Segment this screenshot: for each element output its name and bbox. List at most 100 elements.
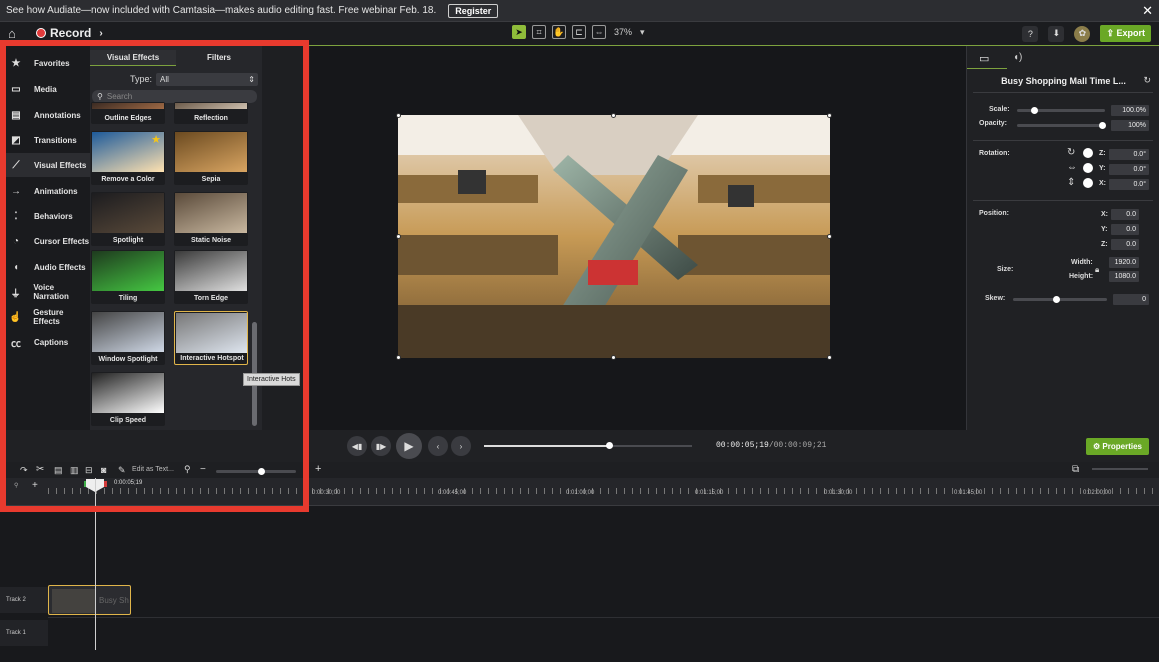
snapshot-icon[interactable]: ◙: [101, 465, 106, 475]
step-back-icon[interactable]: ◀▮: [347, 436, 367, 456]
timeline-settings-icon[interactable]: ⚲: [14, 482, 18, 489]
timeline-zoom-knob[interactable]: [258, 468, 265, 475]
sidebar-item-visual-effects[interactable]: ⟋ Visual Effects: [0, 153, 90, 177]
pan-tool-icon[interactable]: ✋: [552, 25, 566, 39]
rotation-z-field[interactable]: 0.0°: [1109, 149, 1149, 160]
fit-tool-icon[interactable]: ⇔: [592, 25, 606, 39]
avatar[interactable]: ✿: [1074, 25, 1091, 42]
timeline-ruler[interactable]: ⚲ + 0:00:30;00 0:00:45;00 0:01:00;00 0:01:1…: [0, 478, 1159, 506]
effect-tile-window-spotlight[interactable]: Window Spotlight: [91, 311, 165, 365]
sidebar-item-behaviors[interactable]: ⁚ Behaviors: [0, 204, 90, 228]
previous-icon[interactable]: ‹: [428, 436, 448, 456]
opacity-knob[interactable]: [1099, 122, 1106, 129]
play-icon[interactable]: ▶: [396, 433, 422, 459]
detach-icon[interactable]: ⧉: [1072, 464, 1079, 475]
properties-button[interactable]: ⚙ Properties: [1086, 438, 1149, 455]
redo-icon[interactable]: ↷: [20, 465, 28, 476]
rotation-y-dial[interactable]: [1083, 163, 1093, 173]
zoom-search-icon[interactable]: ⚲: [184, 464, 191, 475]
effect-tile-remove-a-color[interactable]: ★ Remove a Color: [91, 131, 165, 185]
sidebar-item-voice-narration[interactable]: ⏚ Voice Narration: [0, 280, 90, 304]
resize-handle[interactable]: [611, 355, 616, 360]
resize-handle[interactable]: [396, 234, 401, 239]
cut-icon[interactable]: ✂: [36, 464, 44, 475]
sidebar-item-media[interactable]: ▭ Media: [0, 77, 90, 101]
export-button[interactable]: ⇪ Export: [1100, 25, 1151, 42]
skew-field[interactable]: 0: [1113, 294, 1149, 305]
scrubber-knob[interactable]: [605, 442, 613, 449]
crop-tool-icon[interactable]: ⊏: [572, 25, 586, 39]
resize-handle[interactable]: [827, 355, 832, 360]
opacity-slider[interactable]: [1017, 124, 1105, 127]
help-icon[interactable]: ?: [1022, 25, 1039, 42]
zoom-level[interactable]: 37%: [614, 27, 632, 37]
record-button[interactable]: Record ›: [36, 26, 103, 40]
sidebar-item-gesture-effects[interactable]: ☝ Gesture Effects: [0, 305, 90, 329]
add-track-icon[interactable]: +: [32, 480, 38, 491]
opacity-field[interactable]: 100%: [1111, 120, 1149, 131]
rotation-x-field[interactable]: 0.0°: [1109, 179, 1149, 190]
edit-as-text-label[interactable]: Edit as Text...: [132, 466, 174, 473]
media-clip[interactable]: Busy Sh: [48, 585, 131, 615]
resize-handle[interactable]: [611, 113, 616, 118]
sidebar-item-cursor-effects[interactable]: ◔ Cursor Effects: [0, 229, 90, 253]
next-icon[interactable]: ›: [451, 436, 471, 456]
skew-knob[interactable]: [1053, 296, 1060, 303]
reset-icon[interactable]: ↻: [1143, 75, 1151, 86]
rotation-z-dial[interactable]: [1083, 148, 1093, 158]
paste-icon[interactable]: ▥: [70, 465, 79, 476]
transform-tool-icon[interactable]: ⌗: [532, 25, 546, 39]
step-forward-icon[interactable]: ▮▶: [371, 436, 391, 456]
lock-icon[interactable]: 🔒︎: [1095, 265, 1099, 275]
split-icon[interactable]: ⊟: [85, 465, 93, 476]
edit-text-icon[interactable]: ✎: [118, 465, 126, 476]
position-y-field[interactable]: 0.0: [1111, 224, 1139, 235]
scale-knob[interactable]: [1031, 107, 1038, 114]
resize-handle[interactable]: [396, 113, 401, 118]
scale-field[interactable]: 100.0%: [1111, 105, 1149, 116]
sidebar-item-captions[interactable]: ㏄ Captions: [0, 330, 90, 354]
sidebar-item-favorites[interactable]: ★ Favorites: [0, 51, 90, 75]
arrow-tool-icon[interactable]: ➤: [512, 25, 526, 39]
effect-tile-reflection[interactable]: Reflection: [174, 102, 248, 124]
track-header-2[interactable]: Track 2: [0, 587, 48, 613]
close-banner-icon[interactable]: ✕: [1142, 3, 1153, 19]
video-frame[interactable]: [398, 115, 830, 358]
home-icon[interactable]: ⌂: [8, 26, 16, 41]
resize-handle[interactable]: [827, 234, 832, 239]
position-x-field[interactable]: 0.0: [1111, 209, 1139, 220]
sidebar-item-animations[interactable]: → Animations: [0, 179, 90, 203]
visual-properties-tab-icon[interactable]: ▭: [979, 52, 989, 65]
effect-tile-outline-edges[interactable]: Outline Edges: [91, 102, 165, 124]
register-button[interactable]: Register: [448, 3, 499, 18]
tab-visual-effects[interactable]: Visual Effects: [90, 50, 176, 66]
scrubber-track[interactable]: [484, 442, 692, 449]
audio-properties-tab-icon[interactable]: ◖): [1013, 52, 1022, 63]
effect-tile-static-noise[interactable]: Static Noise: [174, 192, 248, 246]
rotation-y-field[interactable]: 0.0°: [1109, 164, 1149, 175]
zoom-dropdown-icon[interactable]: ▾: [640, 27, 645, 38]
rotation-x-dial[interactable]: [1083, 178, 1093, 188]
effect-tile-interactive-hotspot[interactable]: Interactive Hotspot: [174, 311, 248, 365]
position-z-field[interactable]: 0.0: [1111, 239, 1139, 250]
height-field[interactable]: 1080.0: [1109, 271, 1139, 282]
sidebar-item-transitions[interactable]: ◩ Transitions: [0, 128, 90, 152]
timeline-zoom-slider[interactable]: [216, 470, 296, 473]
width-field[interactable]: 1920.0: [1109, 257, 1139, 268]
track-header-1[interactable]: Track 1: [0, 620, 48, 646]
effect-tile-torn-edge[interactable]: Torn Edge: [174, 250, 248, 304]
sidebar-item-annotations[interactable]: ▤ Annotations: [0, 103, 90, 127]
download-icon[interactable]: ⬇: [1048, 25, 1065, 42]
track-height-slider[interactable]: [1092, 468, 1148, 470]
effect-tile-spotlight[interactable]: Spotlight: [91, 192, 165, 246]
effect-tile-clip-speed[interactable]: Clip Speed: [91, 372, 165, 426]
sidebar-item-audio-effects[interactable]: ◖ Audio Effects: [0, 255, 90, 279]
tab-filters[interactable]: Filters: [176, 50, 262, 66]
type-select[interactable]: All ⇕: [156, 72, 258, 86]
zoom-in-icon[interactable]: +: [315, 463, 321, 475]
skew-slider[interactable]: [1013, 298, 1107, 301]
timeline-tracks[interactable]: Track 2 Track 1 Busy Sh: [0, 506, 1159, 662]
copy-icon[interactable]: ▤: [54, 465, 63, 476]
resize-handle[interactable]: [396, 355, 401, 360]
effect-tile-sepia[interactable]: Sepia: [174, 131, 248, 185]
